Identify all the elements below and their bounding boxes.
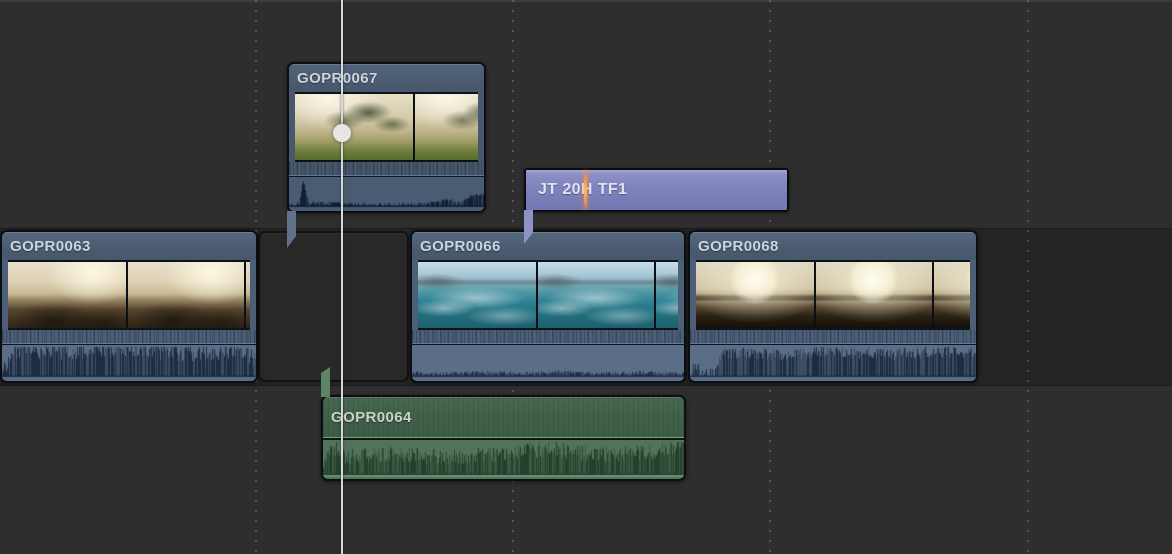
clip-label: GOPR0066 [420, 238, 501, 255]
clip-header: GOPR0064 [323, 397, 684, 437]
filmstrip-thumbnails [295, 92, 478, 162]
gap-clip[interactable] [258, 231, 409, 382]
waveform-ghost [289, 162, 484, 175]
clip-header: GOPR0068 [690, 232, 976, 260]
frame-divider [244, 262, 246, 328]
marker-orange-line [584, 171, 587, 209]
frame-divider [814, 262, 816, 328]
ruler-bottom-edge [0, 0, 1172, 2]
waveform-ghost [690, 330, 976, 343]
audio-waveform [412, 345, 684, 381]
frame-divider [536, 262, 538, 328]
audio-waveform [690, 345, 976, 381]
clip-gopr0063[interactable]: GOPR0063 [0, 230, 258, 383]
clip-title-jt20h-tf1[interactable]: JT 20H TF1 [524, 168, 789, 212]
audio-waveform [2, 345, 256, 381]
waveform-ghost [412, 330, 684, 343]
clip-header: GOPR0067 [289, 64, 484, 92]
waveform-ghost [2, 330, 256, 343]
clip-gopr0067[interactable]: GOPR0067 [287, 62, 486, 213]
frame-divider [126, 262, 128, 328]
fcpx-timeline: GOPR0063 GOPR0066 GOPR0068 [0, 0, 1172, 554]
frame-divider [932, 262, 934, 328]
timeline-gridline [1027, 0, 1029, 554]
clip-gopr0066[interactable]: GOPR0066 [410, 230, 686, 383]
playhead-handle-dot[interactable] [333, 124, 351, 142]
frame-divider [413, 94, 415, 160]
clip-gopr0064[interactable]: GOPR0064 [321, 395, 686, 481]
clip-header: GOPR0066 [412, 232, 684, 260]
clip-label: GOPR0064 [331, 409, 412, 426]
frame-divider [654, 262, 656, 328]
clip-label: GOPR0063 [10, 238, 91, 255]
title-clip-label: JT 20H TF1 [538, 181, 627, 199]
clip-gopr0068[interactable]: GOPR0068 [688, 230, 978, 383]
filmstrip-thumbnails [418, 260, 678, 330]
filmstrip-thumbnails [696, 260, 970, 330]
audio-waveform [323, 440, 684, 479]
playhead[interactable] [341, 0, 343, 554]
clip-label: GOPR0067 [297, 70, 378, 87]
filmstrip-thumbnails [8, 260, 250, 330]
clip-header: GOPR0063 [2, 232, 256, 260]
audio-waveform [289, 177, 484, 211]
clip-label: GOPR0068 [698, 238, 779, 255]
